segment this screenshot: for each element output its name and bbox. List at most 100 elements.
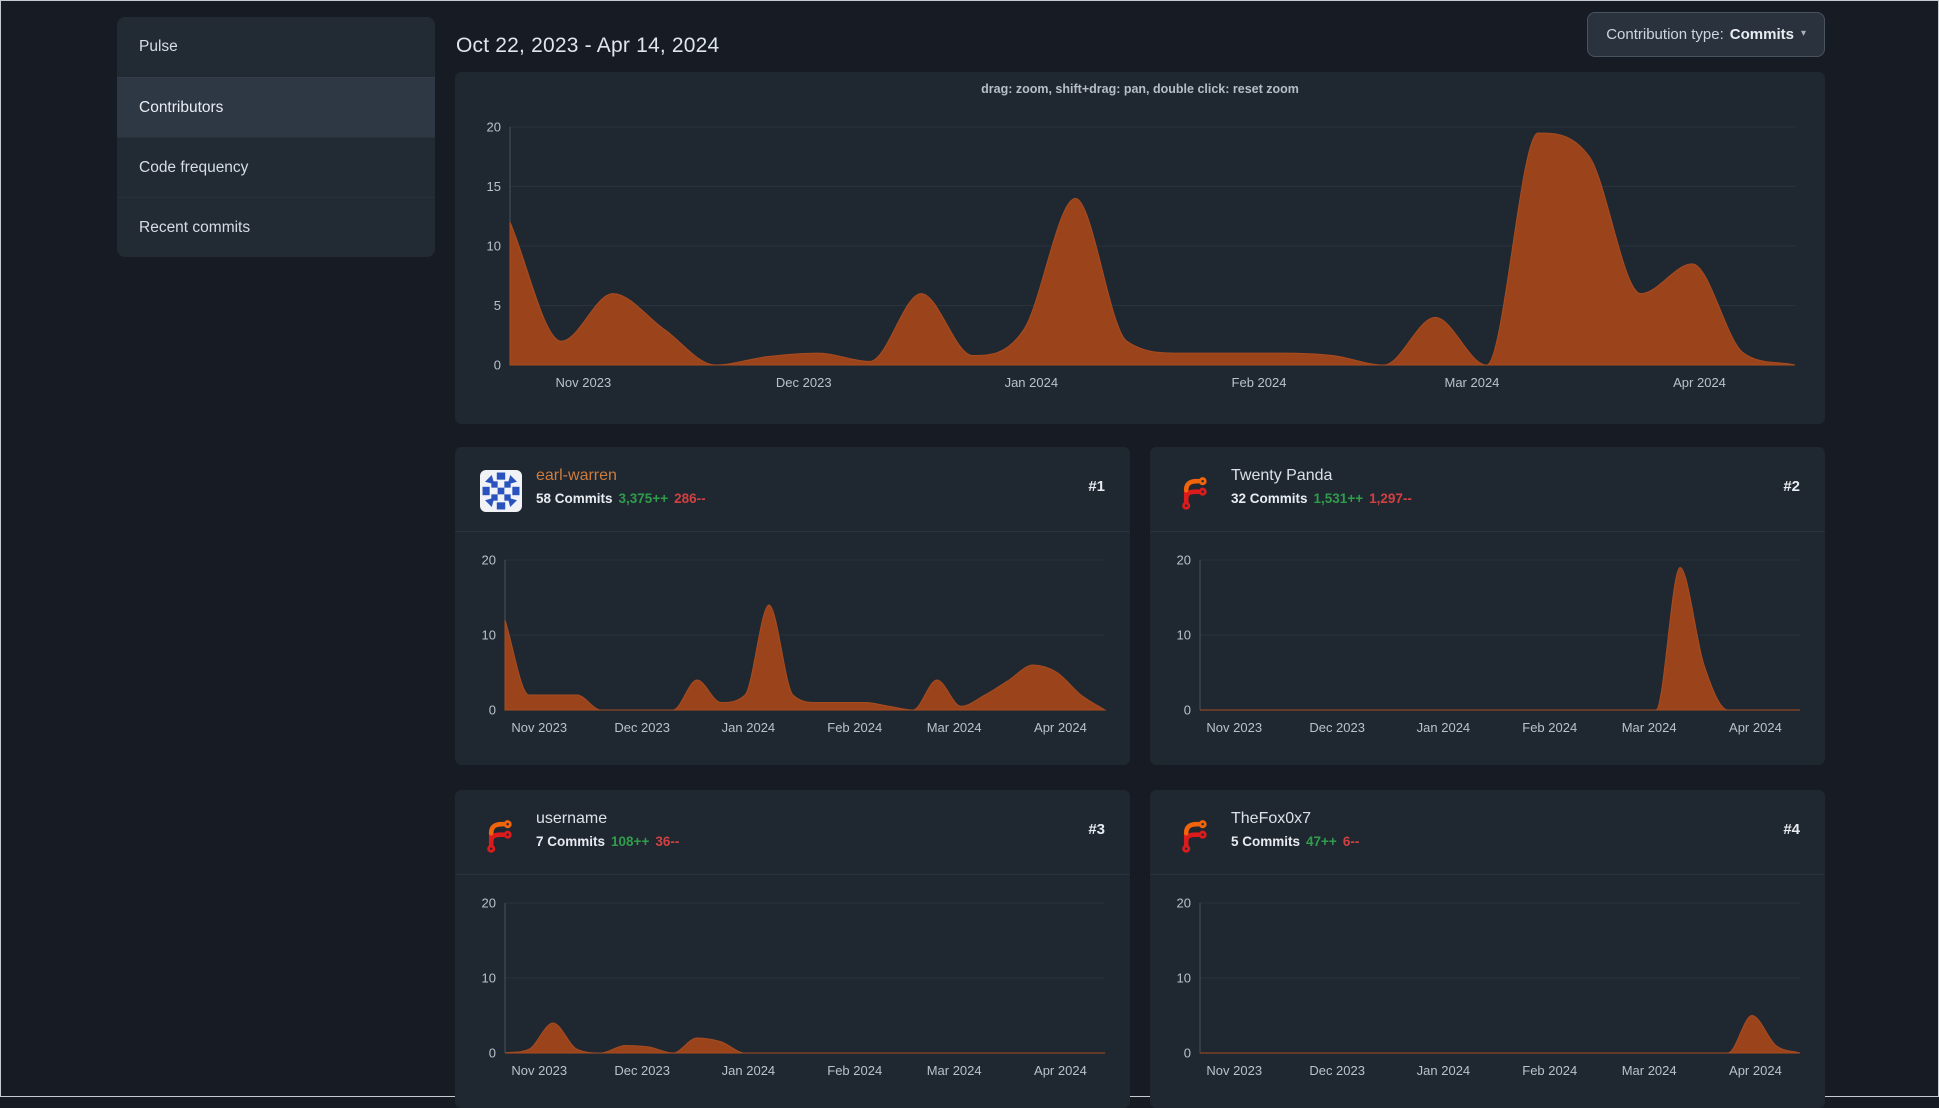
svg-text:Dec 2023: Dec 2023 bbox=[614, 720, 670, 735]
svg-text:Mar 2024: Mar 2024 bbox=[1622, 720, 1677, 735]
contributor-card: TheFox0x7 5 Commits 47++ 6-- #4 0 10 20 Nov 2… bbox=[1150, 790, 1825, 1108]
svg-text:Jan 2024: Jan 2024 bbox=[1005, 375, 1058, 390]
svg-text:15: 15 bbox=[487, 179, 501, 194]
rank-badge: #1 bbox=[1088, 478, 1105, 495]
forgejo-logo-avatar bbox=[1175, 813, 1217, 855]
svg-text:10: 10 bbox=[487, 239, 501, 254]
svg-text:20: 20 bbox=[1177, 896, 1191, 911]
contribution-type-label: Contribution type: bbox=[1606, 26, 1724, 43]
svg-text:10: 10 bbox=[1177, 971, 1191, 986]
svg-text:Apr 2024: Apr 2024 bbox=[1729, 720, 1782, 735]
sidebar-item-label: Code frequency bbox=[139, 158, 249, 176]
deletions-count: 1,297-- bbox=[1369, 491, 1412, 506]
contribution-type-dropdown[interactable]: Contribution type: Commits ▾ bbox=[1587, 12, 1825, 57]
svg-text:Nov 2023: Nov 2023 bbox=[511, 1063, 567, 1078]
svg-text:Feb 2024: Feb 2024 bbox=[827, 1063, 882, 1078]
svg-text:0: 0 bbox=[489, 1046, 496, 1061]
rank-badge: #3 bbox=[1088, 821, 1105, 838]
svg-text:0: 0 bbox=[489, 703, 496, 718]
svg-text:20: 20 bbox=[482, 896, 496, 911]
svg-text:10: 10 bbox=[482, 971, 496, 986]
svg-text:Jan 2024: Jan 2024 bbox=[1417, 720, 1471, 735]
sidebar-item-contributors[interactable]: Contributors bbox=[117, 77, 435, 137]
svg-text:Feb 2024: Feb 2024 bbox=[1232, 375, 1287, 390]
contributor-name: Twenty Panda bbox=[1231, 467, 1333, 484]
rank-badge: #2 bbox=[1783, 478, 1800, 495]
svg-text:10: 10 bbox=[1177, 628, 1191, 643]
svg-text:Dec 2023: Dec 2023 bbox=[614, 1063, 670, 1078]
svg-text:Nov 2023: Nov 2023 bbox=[511, 720, 567, 735]
sidebar-item-label: Contributors bbox=[139, 98, 224, 116]
svg-text:0: 0 bbox=[1184, 703, 1191, 718]
contributor-card: username 7 Commits 108++ 36-- #3 0 10 20 Nov … bbox=[455, 790, 1130, 1108]
additions-count: 3,375++ bbox=[618, 491, 669, 506]
contributor-card: Twenty Panda 32 Commits 1,531++ 1,297-- #2… bbox=[1150, 447, 1825, 765]
contributor-stats: 32 Commits 1,531++ 1,297-- bbox=[1231, 491, 1412, 506]
svg-text:Nov 2023: Nov 2023 bbox=[1206, 1063, 1262, 1078]
contributor-name: username bbox=[536, 810, 608, 827]
svg-text:Nov 2023: Nov 2023 bbox=[1206, 720, 1262, 735]
contributor-card: earl-warren 58 Commits 3,375++ 286-- #1 0 1… bbox=[455, 447, 1130, 765]
sidebar-item-code-frequency[interactable]: Code frequency bbox=[117, 137, 435, 197]
commit-count: 58 Commits bbox=[536, 491, 613, 506]
deletions-count: 36-- bbox=[655, 834, 680, 849]
additions-count: 1,531++ bbox=[1313, 491, 1364, 506]
contributor-name-link[interactable]: earl-warren bbox=[536, 467, 617, 485]
contributor-chart[interactable]: 0 10 20 Nov 2023 Dec 2023 Jan 2024 Feb 2024 Mar… bbox=[455, 531, 1130, 765]
chevron-down-icon: ▾ bbox=[1800, 28, 1806, 39]
sidebar-item-label: Recent commits bbox=[139, 218, 251, 236]
svg-text:Mar 2024: Mar 2024 bbox=[1622, 1063, 1677, 1078]
svg-text:Dec 2023: Dec 2023 bbox=[1309, 720, 1365, 735]
main-activity-chart[interactable]: 0 5 10 15 20 Nov 2023 Dec 2023 Jan 2024 Feb 2024… bbox=[455, 72, 1825, 424]
svg-text:Apr 2024: Apr 2024 bbox=[1673, 375, 1726, 390]
repo-activity-menu: Pulse Contributors Code frequency Recent… bbox=[117, 17, 435, 257]
svg-text:Jan 2024: Jan 2024 bbox=[722, 720, 776, 735]
additions-count: 47++ bbox=[1306, 834, 1337, 849]
svg-text:0: 0 bbox=[494, 358, 501, 373]
rank-badge: #4 bbox=[1783, 821, 1800, 838]
forgejo-logo-avatar bbox=[480, 813, 522, 855]
deletions-count: 6-- bbox=[1342, 834, 1360, 849]
contributor-name: TheFox0x7 bbox=[1231, 810, 1312, 827]
svg-text:Jan 2024: Jan 2024 bbox=[722, 1063, 776, 1078]
svg-text:20: 20 bbox=[487, 120, 501, 135]
svg-text:Dec 2023: Dec 2023 bbox=[1309, 1063, 1365, 1078]
contributor-chart[interactable]: 0 10 20 Nov 2023 Dec 2023 Jan 2024 Feb 2024 Mar… bbox=[455, 874, 1130, 1108]
deletions-count: 286-- bbox=[674, 491, 706, 506]
contributor-stats: 58 Commits 3,375++ 286-- bbox=[536, 491, 706, 506]
main-activity-panel: drag: zoom, shift+drag: pan, double clic… bbox=[455, 72, 1825, 424]
svg-text:20: 20 bbox=[1177, 553, 1191, 568]
svg-text:Jan 2024: Jan 2024 bbox=[1417, 1063, 1471, 1078]
svg-text:Dec 2023: Dec 2023 bbox=[776, 375, 832, 390]
svg-text:5: 5 bbox=[494, 298, 501, 313]
svg-text:Apr 2024: Apr 2024 bbox=[1034, 720, 1087, 735]
svg-text:Apr 2024: Apr 2024 bbox=[1034, 1063, 1087, 1078]
forgejo-logo-avatar bbox=[1175, 470, 1217, 512]
svg-text:Mar 2024: Mar 2024 bbox=[1444, 375, 1499, 390]
sidebar-item-recent-commits[interactable]: Recent commits bbox=[117, 197, 435, 257]
svg-text:Mar 2024: Mar 2024 bbox=[927, 720, 982, 735]
commit-count: 5 Commits bbox=[1231, 834, 1301, 849]
svg-text:Feb 2024: Feb 2024 bbox=[827, 720, 882, 735]
identicon-avatar bbox=[480, 470, 522, 512]
commit-count: 7 Commits bbox=[536, 834, 606, 849]
contributor-chart[interactable]: 0 10 20 Nov 2023 Dec 2023 Jan 2024 Feb 2024 Mar… bbox=[1150, 531, 1825, 765]
additions-count: 108++ bbox=[611, 834, 650, 849]
date-range-title: Oct 22, 2023 - Apr 14, 2024 bbox=[456, 34, 720, 58]
contributors-page: { "sidebar": { "items": [ { "label": "Pu… bbox=[0, 0, 1939, 1108]
contributor-stats: 5 Commits 47++ 6-- bbox=[1231, 834, 1359, 849]
contributor-chart[interactable]: 0 10 20 Nov 2023 Dec 2023 Jan 2024 Feb 2024 Mar… bbox=[1150, 874, 1825, 1108]
sidebar-item-pulse[interactable]: Pulse bbox=[117, 17, 435, 77]
commit-count: 32 Commits bbox=[1231, 491, 1308, 506]
sidebar-item-label: Pulse bbox=[139, 38, 178, 55]
contributor-stats: 7 Commits 108++ 36-- bbox=[536, 834, 679, 849]
svg-text:Nov 2023: Nov 2023 bbox=[556, 375, 612, 390]
svg-text:Feb 2024: Feb 2024 bbox=[1522, 1063, 1577, 1078]
contribution-type-value: Commits bbox=[1729, 26, 1794, 43]
svg-text:0: 0 bbox=[1184, 1046, 1191, 1061]
svg-text:20: 20 bbox=[482, 553, 496, 568]
svg-text:Feb 2024: Feb 2024 bbox=[1522, 720, 1577, 735]
svg-text:10: 10 bbox=[482, 628, 496, 643]
svg-text:Apr 2024: Apr 2024 bbox=[1729, 1063, 1782, 1078]
svg-text:Mar 2024: Mar 2024 bbox=[927, 1063, 982, 1078]
